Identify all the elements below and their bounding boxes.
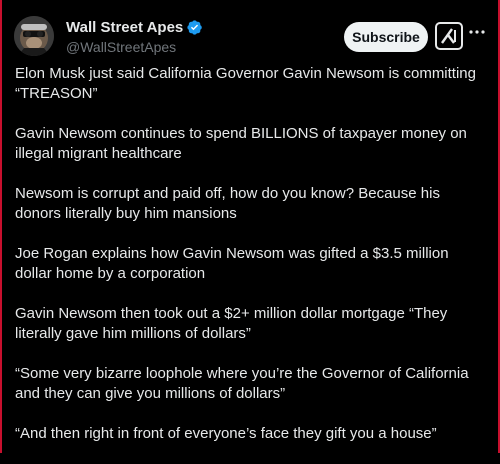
display-name-row: Wall Street Apes bbox=[66, 18, 203, 36]
verified-badge-icon bbox=[187, 19, 203, 35]
more-horizontal-icon bbox=[469, 30, 485, 34]
subscribe-button[interactable]: Subscribe bbox=[344, 22, 428, 52]
display-name[interactable]: Wall Street Apes bbox=[66, 19, 183, 36]
tweet-header: Wall Street Apes @WallStreetApes Subscri… bbox=[14, 14, 486, 58]
tweet-paragraph: “And then right in front of everyone’s f… bbox=[15, 425, 437, 442]
ape-avatar-icon bbox=[14, 16, 54, 56]
tweet-paragraph: Joe Rogan explains how Gavin Newsom was … bbox=[15, 245, 449, 282]
account-name-block: Wall Street Apes @WallStreetApes bbox=[66, 18, 203, 55]
tweet-text: Elon Musk just said California Governor … bbox=[15, 64, 485, 464]
tweet-paragraph: Elon Musk just said California Governor … bbox=[15, 65, 476, 102]
more-options-button[interactable] bbox=[467, 22, 487, 42]
tweet-paragraph: “Some very bizarre loophole where you’re… bbox=[15, 365, 469, 402]
account-handle[interactable]: @WallStreetApes bbox=[66, 39, 203, 55]
avatar[interactable] bbox=[14, 16, 54, 56]
grok-button[interactable] bbox=[435, 22, 463, 50]
tweet-paragraph: Gavin Newsom continues to spend BILLIONS… bbox=[15, 125, 467, 162]
grok-icon bbox=[435, 22, 463, 50]
tweet-paragraph: Gavin Newsom then took out a $2+ million… bbox=[15, 305, 448, 342]
tweet-paragraph: Newsom is corrupt and paid off, how do y… bbox=[15, 185, 440, 222]
